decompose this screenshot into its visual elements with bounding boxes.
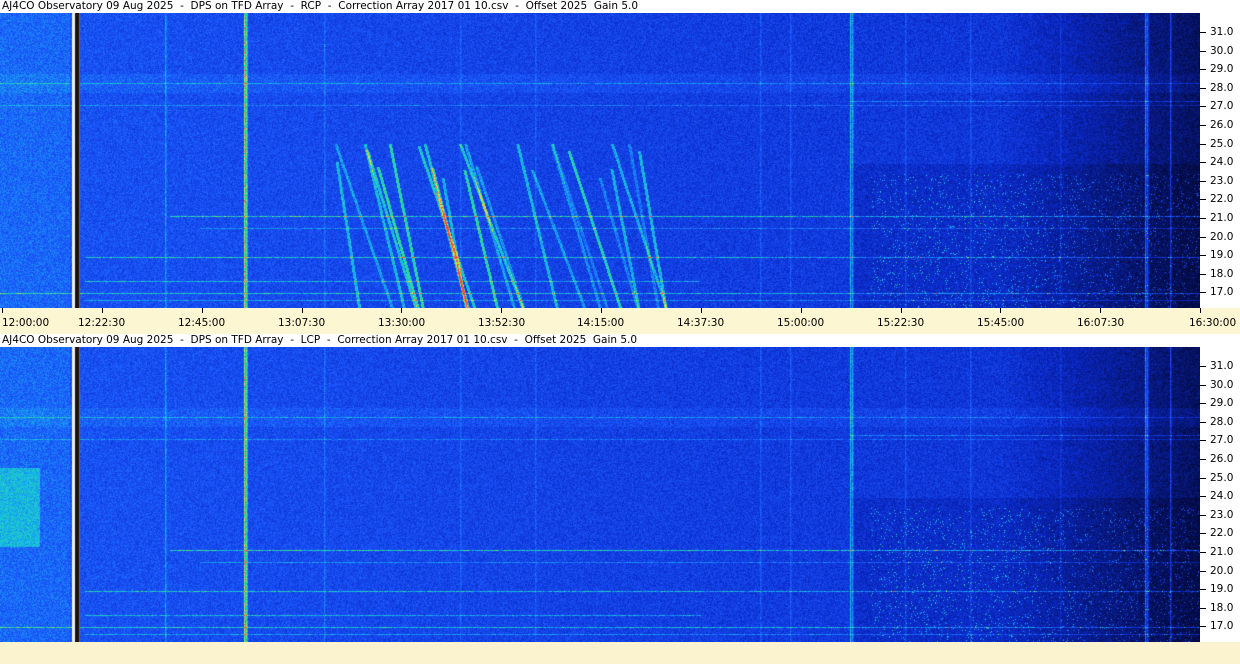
- lcp-spectrogram[interactable]: [0, 347, 1200, 642]
- lcp-frequency-tick: [1200, 608, 1206, 609]
- time-label: 13:30:00: [378, 317, 426, 329]
- time-label: 12:22:30: [78, 317, 126, 329]
- time-label: 13:52:30: [478, 317, 526, 329]
- time-tick: [302, 308, 303, 313]
- time-tick: [102, 308, 103, 313]
- time-tick: [202, 308, 203, 313]
- rcp-frequency-tick: [1200, 162, 1206, 163]
- time-tick: [501, 308, 502, 313]
- rcp-frequency-tick: [1200, 237, 1206, 238]
- rcp-frequency-tick: [1200, 51, 1206, 52]
- lcp-frequency-label: 17.0: [1210, 620, 1234, 632]
- rcp-frequency-label: 24.0: [1210, 156, 1234, 168]
- lcp-frequency-label: 23.0: [1210, 509, 1234, 521]
- rcp-frequency-tick: [1200, 144, 1206, 145]
- rcp-frequency-tick: [1200, 255, 1206, 256]
- lcp-frequency-tick: [1200, 552, 1206, 553]
- rcp-frequency-tick: [1200, 88, 1206, 89]
- rcp-frequency-tick: [1200, 292, 1206, 293]
- time-tick: [1100, 308, 1101, 313]
- lcp-frequency-label: 31.0: [1210, 360, 1234, 372]
- time-tick: [901, 308, 902, 313]
- time-label: 15:45:00: [977, 317, 1025, 329]
- lcp-frequency-label: 30.0: [1210, 379, 1234, 391]
- rcp-frequency-label: 18.0: [1210, 268, 1234, 280]
- rcp-frequency-label: 30.0: [1210, 45, 1234, 57]
- rcp-frequency-tick: [1200, 181, 1206, 182]
- time-label: 16:30:00: [1189, 317, 1237, 329]
- lcp-frequency-label: 22.0: [1210, 527, 1234, 539]
- rcp-frequency-label: 25.0: [1210, 138, 1234, 150]
- time-label: 16:07:30: [1077, 317, 1125, 329]
- time-label: 14:37:30: [677, 317, 725, 329]
- lcp-frequency-tick: [1200, 366, 1206, 367]
- lcp-frequency-tick: [1200, 571, 1206, 572]
- rcp-frequency-label: 26.0: [1210, 119, 1234, 131]
- lcp-frequency-label: 29.0: [1210, 397, 1234, 409]
- time-label: 13:07:30: [278, 317, 326, 329]
- rcp-frequency-label: 29.0: [1210, 63, 1234, 75]
- lcp-frequency-tick: [1200, 385, 1206, 386]
- rcp-frequency-tick: [1200, 106, 1206, 107]
- rcp-frequency-tick: [1200, 69, 1206, 70]
- lcp-frequency-tick: [1200, 459, 1206, 460]
- lcp-frequency-label: 26.0: [1210, 453, 1234, 465]
- rcp-frequency-tick: [1200, 32, 1206, 33]
- lcp-frequency-tick: [1200, 496, 1206, 497]
- lcp-frequency-label: 20.0: [1210, 565, 1234, 577]
- rcp-frequency-label: 20.0: [1210, 231, 1234, 243]
- lcp-frequency-label: 25.0: [1210, 472, 1234, 484]
- time-tick: [601, 308, 602, 313]
- rcp-spectrogram[interactable]: [0, 13, 1200, 308]
- time-tick: [1200, 308, 1201, 313]
- rcp-frequency-label: 22.0: [1210, 193, 1234, 205]
- lcp-frequency-label: 19.0: [1210, 583, 1234, 595]
- lcp-frequency-tick: [1200, 515, 1206, 516]
- rcp-frequency-axis: 31.0 30.0 29.0 28.0 27.0 26.0 25.0 24.0 23.0 22.0…: [1200, 13, 1240, 308]
- rcp-frequency-tick: [1200, 218, 1206, 219]
- lcp-frequency-tick: [1200, 589, 1206, 590]
- time-label: 14:15:00: [577, 317, 625, 329]
- rcp-frequency-tick: [1200, 274, 1206, 275]
- rcp-frequency-label: 17.0: [1210, 286, 1234, 298]
- lcp-frequency-axis: 31.0 30.0 29.0 28.0 27.0 26.0 25.0 24.0 23.0 22.0…: [1200, 347, 1240, 642]
- rcp-frequency-label: 21.0: [1210, 212, 1234, 224]
- lcp-frequency-tick: [1200, 422, 1206, 423]
- rcp-time-axis: 12:00:00 12:22:30 12:45:00 13:07:30 13:30:00…: [0, 308, 1240, 334]
- lcp-frequency-label: 18.0: [1210, 602, 1234, 614]
- lcp-panel-title: AJ4CO Observatory 09 Aug 2025 - DPS on T…: [0, 334, 1240, 347]
- time-tick: [801, 308, 802, 313]
- lcp-frequency-label: 24.0: [1210, 490, 1234, 502]
- time-label: 15:00:00: [777, 317, 825, 329]
- lcp-frequency-tick: [1200, 403, 1206, 404]
- rcp-frequency-label: 28.0: [1210, 82, 1234, 94]
- rcp-frequency-label: 27.0: [1210, 100, 1234, 112]
- time-tick: [701, 308, 702, 313]
- time-tick: [401, 308, 402, 313]
- rcp-frequency-tick: [1200, 199, 1206, 200]
- lcp-frequency-tick: [1200, 440, 1206, 441]
- time-tick: [1000, 308, 1001, 313]
- time-tick: [2, 308, 3, 313]
- lcp-frequency-tick: [1200, 626, 1206, 627]
- bottom-strip: [0, 642, 1240, 664]
- lcp-frequency-tick: [1200, 478, 1206, 479]
- lcp-frequency-label: 21.0: [1210, 546, 1234, 558]
- time-label: 12:45:00: [178, 317, 226, 329]
- rcp-frequency-label: 19.0: [1210, 249, 1234, 261]
- time-label: 15:22:30: [877, 317, 925, 329]
- lcp-frequency-label: 28.0: [1210, 416, 1234, 428]
- lcp-frequency-label: 27.0: [1210, 434, 1234, 446]
- rcp-frequency-tick: [1200, 125, 1206, 126]
- rcp-frequency-label: 23.0: [1210, 175, 1234, 187]
- rcp-frequency-label: 31.0: [1210, 26, 1234, 38]
- rcp-panel-title: AJ4CO Observatory 09 Aug 2025 - DPS on T…: [0, 0, 1240, 13]
- time-label: 12:00:00: [2, 317, 50, 329]
- lcp-frequency-tick: [1200, 533, 1206, 534]
